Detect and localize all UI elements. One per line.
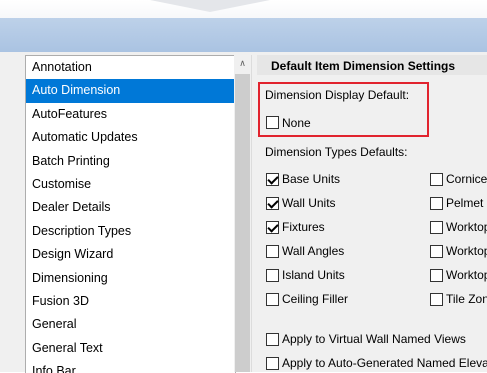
category-item-info-bar[interactable]: Info Bar bbox=[26, 360, 235, 373]
worktop-label-3[interactable]: Worktop bbox=[446, 268, 487, 282]
top-fade bbox=[0, 0, 487, 18]
dialog-header-band bbox=[0, 18, 487, 53]
base-units-label[interactable]: Base Units bbox=[282, 172, 340, 186]
cornice-label[interactable]: Cornice bbox=[446, 172, 487, 186]
worktop-checkbox-2[interactable] bbox=[430, 245, 443, 258]
category-item-design-wizard[interactable]: Design Wizard bbox=[26, 243, 235, 266]
scroll-thumb[interactable] bbox=[235, 74, 250, 372]
apply-auto-generated-checkbox[interactable] bbox=[266, 357, 279, 370]
category-item-dealer-details[interactable]: Dealer Details bbox=[26, 196, 235, 219]
types-defaults-label: Dimension Types Defaults: bbox=[265, 145, 408, 159]
tile-zone-label[interactable]: Tile Zone bbox=[446, 292, 487, 306]
ceiling-filler-label[interactable]: Ceiling Filler bbox=[282, 292, 348, 306]
scroll-up-arrow-icon[interactable]: ∧ bbox=[234, 55, 251, 72]
wall-angles-label[interactable]: Wall Angles bbox=[282, 244, 344, 258]
wall-units-checkbox[interactable] bbox=[266, 197, 279, 210]
category-item-batch-printing[interactable]: Batch Printing bbox=[26, 150, 235, 173]
cornice-checkbox[interactable] bbox=[430, 173, 443, 186]
island-units-label[interactable]: Island Units bbox=[282, 268, 345, 282]
category-item-automatic-updates[interactable]: Automatic Updates bbox=[26, 126, 235, 149]
category-item-auto-dimension[interactable]: Auto Dimension bbox=[26, 79, 235, 103]
highlight-annotation-box bbox=[258, 82, 429, 137]
apply-virtual-wall-checkbox[interactable] bbox=[266, 333, 279, 346]
wall-units-label[interactable]: Wall Units bbox=[282, 196, 336, 210]
category-item-fusion-3d[interactable]: Fusion 3D bbox=[26, 290, 235, 313]
panel-title: Default Item Dimension Settings bbox=[257, 55, 487, 75]
tile-zone-checkbox[interactable] bbox=[430, 293, 443, 306]
worktop-checkbox-3[interactable] bbox=[430, 269, 443, 282]
base-units-checkbox[interactable] bbox=[266, 173, 279, 186]
category-item-general-text[interactable]: General Text bbox=[26, 337, 235, 360]
settings-category-list[interactable]: Annotation Auto Dimension AutoFeatures A… bbox=[25, 55, 236, 373]
category-item-description-types[interactable]: Description Types bbox=[26, 220, 235, 243]
pelmet-label[interactable]: Pelmet bbox=[446, 196, 483, 210]
category-list-scrollbar[interactable]: ∧ bbox=[234, 55, 252, 372]
category-item-annotation[interactable]: Annotation bbox=[26, 56, 235, 79]
ceiling-filler-checkbox[interactable] bbox=[266, 293, 279, 306]
worktop-label-2[interactable]: Worktop bbox=[446, 244, 487, 258]
category-item-dimensioning[interactable]: Dimensioning bbox=[26, 267, 235, 290]
category-item-general[interactable]: General bbox=[26, 313, 235, 336]
apply-virtual-wall-label[interactable]: Apply to Virtual Wall Named Views bbox=[282, 332, 466, 346]
top-decoration bbox=[150, 0, 270, 12]
apply-auto-generated-label[interactable]: Apply to Auto-Generated Named Elevations bbox=[282, 356, 487, 370]
category-item-autofeatures[interactable]: AutoFeatures bbox=[26, 103, 235, 126]
wall-angles-checkbox[interactable] bbox=[266, 245, 279, 258]
worktop-label-1[interactable]: Worktop bbox=[446, 220, 487, 234]
category-item-customise[interactable]: Customise bbox=[26, 173, 235, 196]
fixtures-checkbox[interactable] bbox=[266, 221, 279, 234]
pelmet-checkbox[interactable] bbox=[430, 197, 443, 210]
island-units-checkbox[interactable] bbox=[266, 269, 279, 282]
fixtures-label[interactable]: Fixtures bbox=[282, 220, 325, 234]
worktop-checkbox-1[interactable] bbox=[430, 221, 443, 234]
